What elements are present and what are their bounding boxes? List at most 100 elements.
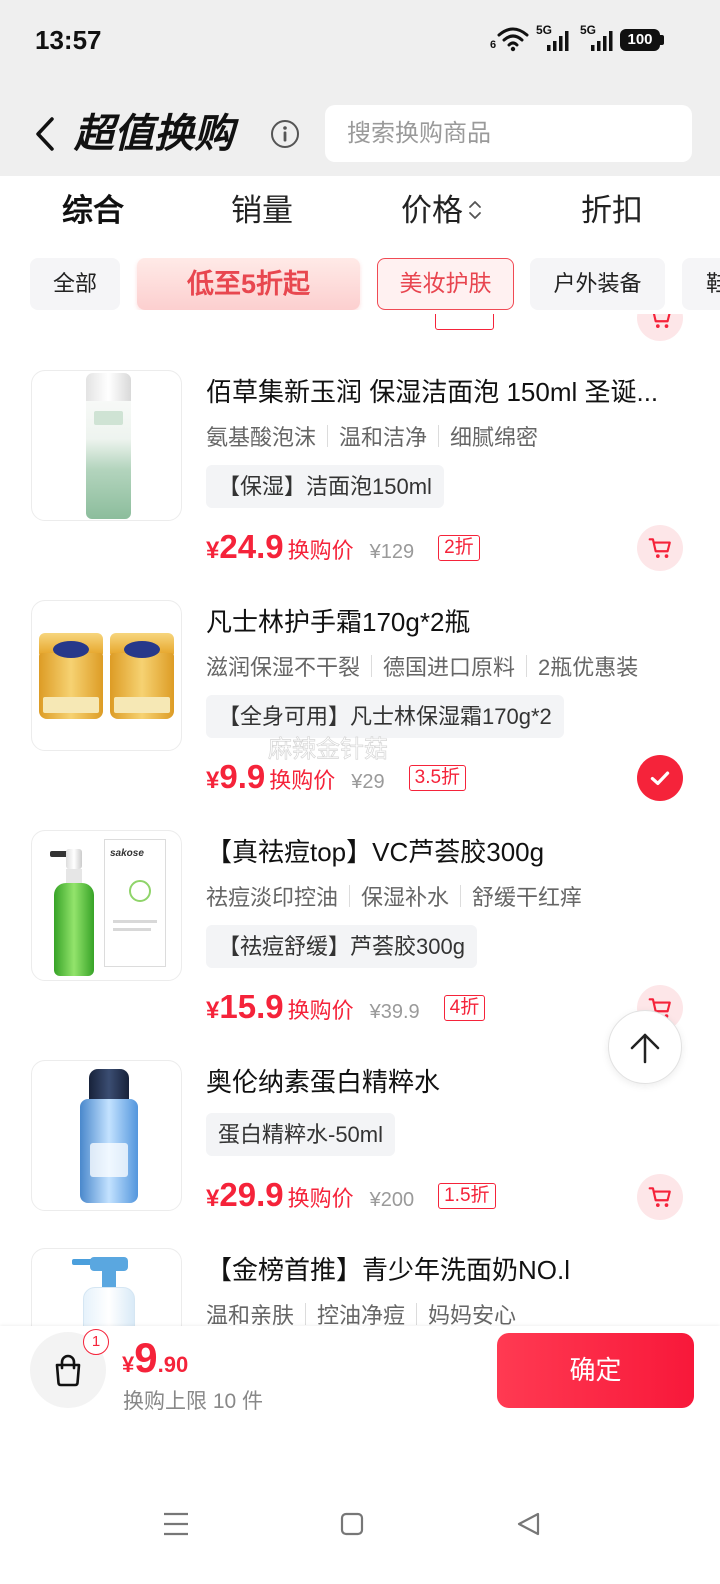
total-price-decimal: .90 [157, 1352, 189, 1377]
price-value: 24.9 [219, 528, 284, 565]
sort-updown-icon[interactable] [468, 199, 482, 221]
product-tag: 妈妈安心 [428, 1303, 517, 1326]
bottle-body [83, 1287, 135, 1326]
tag-divider [371, 655, 373, 677]
status-time: 13:57 [35, 25, 102, 55]
product-image[interactable] [31, 600, 182, 751]
product-spec: 【保湿】洁面泡150ml [206, 465, 444, 508]
sort-tabs: 综合 销量 价格 折扣 [0, 176, 720, 246]
original-price: ¥129 [369, 541, 415, 563]
chevron-left-icon[interactable] [32, 114, 58, 154]
product-item[interactable]: sakose 【真祛痘top】VC芦荟胶300g 祛痘淡印控油 保湿补水 舒缓干… [31, 830, 691, 1031]
tab-comprehensive[interactable]: 综合 [23, 176, 163, 246]
product-info: 佰草集新玉润 保湿洁面泡 150ml 圣诞... 氨基酸泡沫 温和洁净 细腻绵密… [206, 370, 666, 568]
search-input[interactable]: 搜索换购商品 [325, 105, 692, 162]
product-tag: 细腻绵密 [450, 425, 539, 450]
page-title: 超值换购 [74, 112, 234, 156]
bottle-cap [89, 1069, 129, 1103]
product-tag: 祛痘淡印控油 [206, 885, 339, 910]
product-tag: 滋润保湿不干裂 [206, 655, 361, 680]
product-spec: 【全身可用】凡士林保湿霜170g*2 [206, 695, 564, 738]
tab-sales[interactable]: 销量 [192, 176, 332, 246]
discount-tag: 1.5折 [438, 1183, 496, 1209]
product-item[interactable]: 【金榜首推】青少年洗面奶NO.l 温和亲肤 控油净痘 妈妈安心 [31, 1248, 691, 1326]
jar-label [124, 641, 160, 658]
original-price: ¥200 [369, 1189, 415, 1211]
product-tag: 氨基酸泡沫 [206, 425, 317, 450]
menu-icon[interactable] [162, 1510, 190, 1538]
product-title: 佰草集新玉润 保湿洁面泡 150ml 圣诞... [206, 377, 659, 407]
watermark-text: 麻辣金针菇 [268, 736, 389, 764]
price-label: 换购价 [287, 1186, 354, 1211]
add-to-cart-button[interactable] [637, 1174, 683, 1220]
product-tag: 保湿补水 [361, 885, 450, 910]
product-item[interactable]: 佰草集新玉润 保湿洁面泡 150ml 圣诞... 氨基酸泡沫 温和洁净 细腻绵密… [31, 370, 691, 571]
exchange-price: ¥15.9 [206, 988, 284, 1026]
discount-tag-partial [435, 314, 494, 330]
product-info: 【金榜首推】青少年洗面奶NO.l 温和亲肤 控油净痘 妈妈安心 [206, 1248, 666, 1326]
price-row: ¥29.9 换购价 ¥200 1.5折 [206, 1176, 666, 1216]
signal-1-icon [547, 31, 569, 51]
arrow-up-icon [630, 1033, 660, 1064]
add-to-cart-button-partial[interactable] [637, 314, 683, 341]
original-price: ¥29 [351, 771, 385, 793]
tag-divider [305, 1303, 307, 1325]
tab-discount[interactable]: 折扣 [542, 176, 682, 246]
total-price: ¥ 9 .90 [122, 1334, 188, 1382]
bottle-neck [66, 869, 82, 883]
total-price-integer: 9 [134, 1334, 158, 1381]
product-info: 【真祛痘top】VC芦荟胶300g 祛痘淡印控油 保湿补水 舒缓干红痒 【祛痘舒… [206, 830, 666, 1028]
original-price: ¥39.9 [369, 1001, 420, 1023]
price-label: 换购价 [269, 768, 336, 793]
discount-tag: 4折 [443, 995, 486, 1021]
product-title: 【真祛痘top】VC芦荟胶300g [206, 837, 545, 867]
scroll-to-top-button[interactable] [608, 1010, 682, 1084]
discount-tag: 2折 [438, 535, 480, 561]
exchange-limit-text: 换购上限 10 件 [123, 1390, 264, 1413]
tag-divider [438, 425, 440, 447]
chip-outdoor[interactable]: 户外装备 [530, 258, 665, 310]
price-label: 换购价 [287, 538, 354, 563]
product-image[interactable] [31, 1060, 182, 1211]
product-title: 【金榜首推】青少年洗面奶NO.l [206, 1255, 571, 1285]
box-line [113, 920, 157, 923]
chip-all[interactable]: 全部 [30, 258, 120, 310]
chip-promo[interactable]: 低至5折起 [137, 258, 360, 310]
product-item[interactable]: 凡士林护手霜170g*2瓶 滋润保湿不干裂 德国进口原料 2瓶优惠装 【全身可用… [31, 600, 691, 801]
battery-indicator: 100 [620, 29, 660, 51]
currency-symbol: ¥ [206, 767, 220, 794]
selected-toggle-button[interactable] [637, 755, 683, 801]
discount-tag: 3.5折 [408, 765, 467, 791]
back-triangle-icon[interactable] [515, 1511, 541, 1537]
product-tags: 祛痘淡印控油 保湿补水 舒缓干红痒 [206, 880, 666, 912]
product-image[interactable] [31, 370, 182, 521]
bottle-label [94, 411, 123, 425]
chip-shoes[interactable]: 鞋 [682, 258, 720, 310]
chip-beauty[interactable]: 美妆护肤 [377, 258, 514, 310]
home-square-icon[interactable] [340, 1512, 364, 1536]
currency-symbol: ¥ [206, 1185, 220, 1212]
add-to-cart-button[interactable] [637, 525, 683, 571]
tag-divider [349, 885, 351, 907]
product-list: 佰草集新玉润 保湿洁面泡 150ml 圣诞... 氨基酸泡沫 温和洁净 细腻绵密… [0, 314, 720, 1326]
total-price-currency: ¥ [122, 1352, 135, 1377]
product-spec: 蛋白精粹水-50ml [206, 1113, 396, 1156]
shopping-bag-icon [55, 1354, 81, 1387]
product-image[interactable] [31, 1248, 182, 1326]
jar-band [43, 697, 99, 713]
box-line [113, 928, 151, 931]
product-tag: 德国进口原料 [383, 655, 516, 680]
bag-count-badge: 1 [83, 1329, 109, 1355]
product-image[interactable]: sakose [31, 830, 182, 981]
info-icon[interactable] [270, 119, 300, 149]
exchange-price: ¥9.9 [206, 758, 265, 796]
box-leaf-mark [129, 880, 151, 902]
cart-icon [648, 1187, 671, 1207]
product-tag: 2瓶优惠装 [538, 655, 639, 680]
product-info: 奥伦纳素蛋白精粹水 蛋白精粹水-50ml ¥29.9 换购价 ¥200 1.5折 [206, 1060, 666, 1216]
product-box: sakose [104, 839, 166, 967]
confirm-button[interactable]: 确定 [497, 1333, 694, 1408]
pump-head [66, 849, 82, 869]
tag-divider [526, 655, 528, 677]
product-item[interactable]: 奥伦纳素蛋白精粹水 蛋白精粹水-50ml ¥29.9 换购价 ¥200 1.5折 [31, 1060, 691, 1220]
